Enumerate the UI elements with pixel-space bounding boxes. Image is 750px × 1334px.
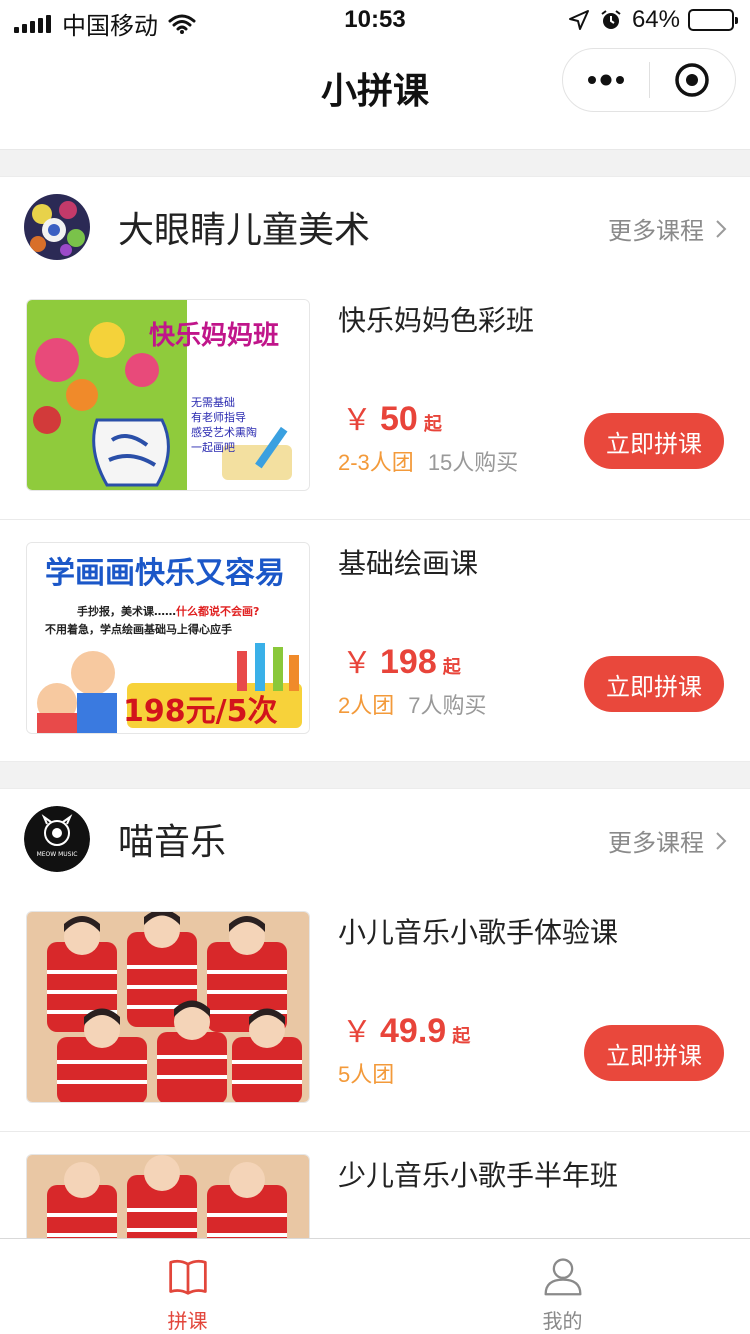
tab-label: 拼课 — [167, 1311, 208, 1333]
join-group-button[interactable]: 立即拼课 — [584, 656, 724, 712]
join-group-button[interactable]: 立即拼课 — [584, 413, 724, 469]
course-item[interactable]: 少儿音乐小歌手半年班 — [0, 1131, 750, 1238]
person-icon — [544, 1258, 581, 1296]
more-courses-link[interactable]: 更多课程 — [608, 823, 728, 858]
tab-bar: 拼课 我的 — [0, 1238, 750, 1334]
more-dots-icon — [588, 74, 624, 86]
thumbnail-line: 感受艺术熏陶 — [191, 425, 257, 439]
currency-symbol: ￥ — [342, 647, 372, 680]
currency-symbol: ￥ — [342, 1016, 372, 1049]
more-dots-button[interactable] — [563, 49, 649, 111]
more-courses-label: 更多课程 — [608, 830, 704, 857]
group-size: 2人团 — [338, 693, 395, 718]
org-header: 大眼睛儿童美术 更多课程 — [0, 177, 750, 277]
org-card: 大眼睛儿童美术 更多课程 快乐妈妈班 无需基础 有老师指导 感受艺术熏陶 一起画… — [0, 176, 750, 762]
course-title[interactable]: 少儿音乐小歌手半年班 — [338, 1154, 618, 1194]
org-card: MEOW MUSIC 喵音乐 更多课程 小儿音乐小歌手体验课 ￥ 49.9 起 … — [0, 788, 750, 1238]
org-name[interactable]: 大眼睛儿童美术 — [118, 201, 370, 253]
previous-card-tail — [0, 126, 750, 150]
course-item[interactable]: 小儿音乐小歌手体验课 ￥ 49.9 起 5人团 立即拼课 — [0, 889, 750, 1131]
thumbnail-headline: 学画画快乐又容易 — [45, 556, 285, 591]
alarm-icon — [601, 10, 621, 29]
price-value: 50 — [380, 400, 418, 438]
thumbnail-headline: 快乐妈妈班 — [149, 321, 279, 351]
org-header: MEOW MUSIC 喵音乐 更多课程 — [0, 789, 750, 889]
battery-percent: 64% — [631, 6, 680, 33]
join-group-button[interactable]: 立即拼课 — [584, 1025, 724, 1081]
currency-symbol: ￥ — [342, 404, 372, 437]
org-name[interactable]: 喵音乐 — [118, 813, 226, 865]
status-bar: 中国移动 10:53 64% — [0, 0, 750, 40]
price-suffix: 起 — [442, 657, 461, 677]
course-title[interactable]: 小儿音乐小歌手体验课 — [338, 911, 618, 951]
thumbnail-line: 一起画吧 — [191, 441, 235, 454]
course-title[interactable]: 基础绘画课 — [338, 542, 478, 582]
mini-program-capsule — [562, 48, 736, 112]
course-thumbnail[interactable]: 学画画快乐又容易 手抄报，美术课……什么都说不会画? 不用着急，学点绘画基础马上… — [26, 542, 310, 734]
course-price: ￥ 198 起 — [342, 638, 461, 682]
target-icon — [675, 63, 710, 97]
thumbnail-line: 有老师指导 — [191, 410, 246, 424]
tab-label: 我的 — [542, 1311, 583, 1333]
course-meta: 5人团 — [338, 1057, 408, 1089]
buyer-count: 15人购买 — [427, 450, 519, 475]
logo-text: MEOW MUSIC — [37, 851, 78, 858]
group-size: 5人团 — [338, 1062, 395, 1087]
tab-pinke[interactable]: 拼课 — [0, 1239, 375, 1334]
nav-bar: 小拼课 — [0, 40, 750, 126]
course-price: ￥ 50 起 — [342, 395, 442, 439]
more-courses-link[interactable]: 更多课程 — [608, 211, 728, 246]
price-value: 49.9 — [380, 1012, 447, 1050]
thumbnail-line: 不用着急，学点绘画基础马上得心应手 — [45, 622, 232, 636]
price-suffix: 起 — [452, 1026, 471, 1046]
more-courses-label: 更多课程 — [608, 218, 704, 245]
course-thumbnail[interactable] — [26, 1154, 310, 1238]
price-value: 198 — [380, 643, 437, 681]
course-item[interactable]: 学画画快乐又容易 手抄报，美术课……什么都说不会画? 不用着急，学点绘画基础马上… — [0, 519, 750, 761]
close-capsule-button[interactable] — [650, 49, 735, 111]
buyer-count: 7人购买 — [408, 693, 487, 718]
course-thumbnail[interactable]: 快乐妈妈班 无需基础 有老师指导 感受艺术熏陶 一起画吧 — [26, 299, 310, 491]
location-arrow-icon — [568, 10, 589, 30]
thumbnail-line: 手抄报，美术课…… — [77, 604, 176, 618]
battery-icon — [688, 9, 738, 31]
course-price: ￥ 49.9 起 — [342, 1007, 470, 1051]
course-meta: 2人团 7人购买 — [338, 688, 487, 720]
thumbnail-highlight: 什么都说不会画? — [176, 604, 259, 618]
content-scroll[interactable]: 大眼睛儿童美术 更多课程 快乐妈妈班 无需基础 有老师指导 感受艺术熏陶 一起画… — [0, 126, 750, 1238]
svg-text:手抄报，美术课……什么都说不会画?: 手抄报，美术课……什么都说不会画? — [77, 604, 259, 618]
thumbnail-line: 无需基础 — [191, 396, 235, 409]
status-right: 64% — [568, 6, 738, 34]
tab-mine[interactable]: 我的 — [375, 1239, 750, 1334]
book-icon — [168, 1259, 207, 1295]
course-meta: 2-3人团 15人购买 — [338, 445, 518, 477]
group-size: 2-3人团 — [338, 450, 414, 475]
thumbnail-promo: 198元/5次 — [123, 694, 277, 729]
org-avatar[interactable] — [24, 194, 90, 260]
course-title[interactable]: 快乐妈妈色彩班 — [338, 299, 534, 339]
price-suffix: 起 — [423, 414, 442, 434]
chevron-right-icon — [716, 219, 727, 238]
course-thumbnail[interactable] — [26, 911, 310, 1103]
org-avatar[interactable]: MEOW MUSIC — [24, 806, 90, 872]
chevron-right-icon — [716, 831, 727, 850]
course-item[interactable]: 快乐妈妈班 无需基础 有老师指导 感受艺术熏陶 一起画吧 快乐妈妈色彩班 ￥ 5… — [0, 277, 750, 519]
